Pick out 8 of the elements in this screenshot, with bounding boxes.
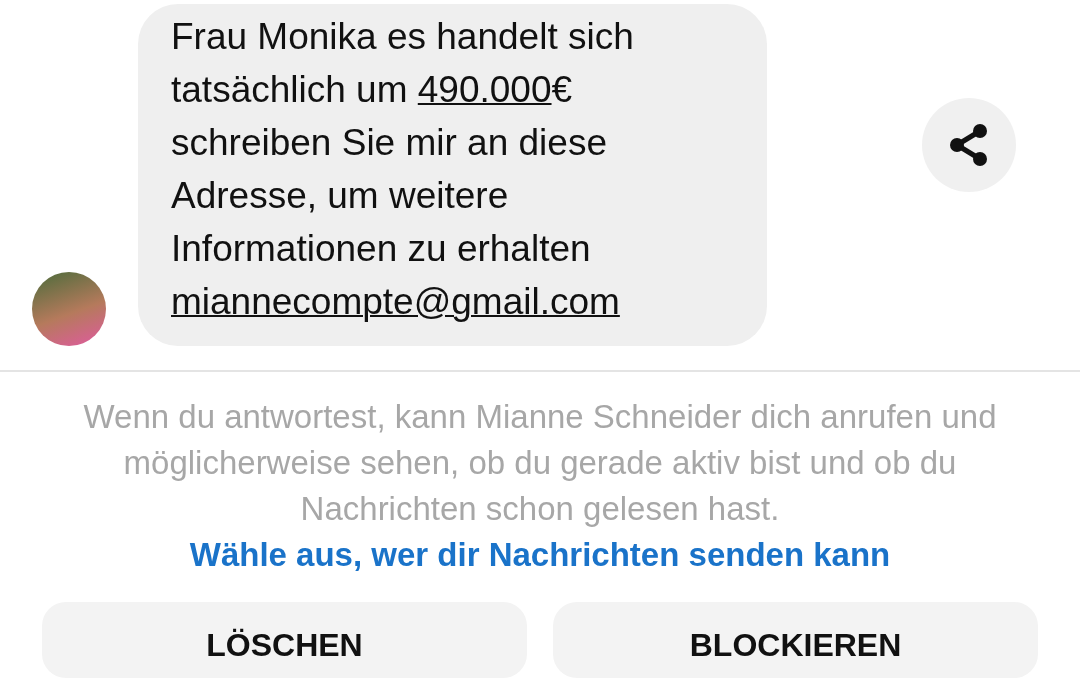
privacy-notice: Wenn du antwortest, kann Mianne Schneider dich anrufen und möglicherweise sehen, ob du gerade aktiv bist und ob du Nachrichten schon gelesen hast. Wähle aus, wer dir Nachrichten senden kann: [82, 397, 998, 575]
share-icon: [949, 123, 989, 167]
action-button[interactable]: BLOCKIEREN: [553, 602, 1038, 678]
message-link[interactable]: 490.000: [417, 69, 552, 110]
message-settings-link[interactable]: Wähle aus, wer dir Nachrichten senden kann: [189, 536, 891, 573]
action-button[interactable]: LÖSCHEN: [42, 602, 527, 678]
message-link[interactable]: miannecompte@gmail.com: [171, 281, 620, 322]
message-bubble: Frau Monika es handelt sich tatsächlich um 490.000€ schreiben Sie mir an diese Adresse, um weitere Informationen zu erhalten miannecompte@gmail.com: [138, 4, 767, 346]
